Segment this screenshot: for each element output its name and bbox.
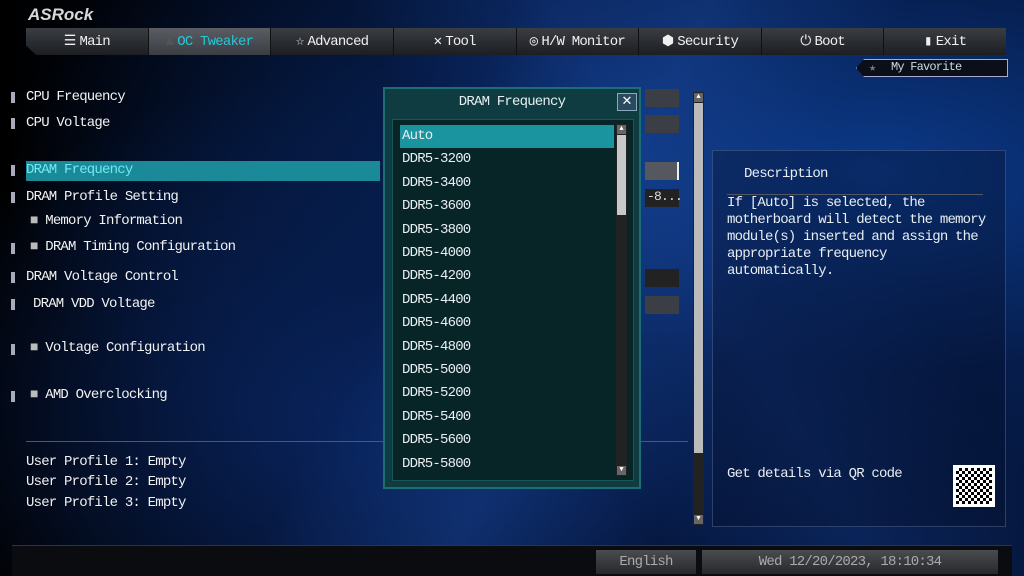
setting-dram-frequency[interactable]: DRAM Frequency xyxy=(26,162,133,178)
monitor-icon: ◎ xyxy=(529,34,538,50)
description-panel: Description If [Auto] is selected, the m… xyxy=(712,150,1006,527)
qr-code xyxy=(953,465,995,507)
description-title: Description xyxy=(744,166,828,182)
folder-icon: ■ xyxy=(30,213,38,229)
bullet xyxy=(11,272,15,283)
option-ddr5-4400[interactable]: DDR5-4400 xyxy=(400,289,614,312)
user-profile-3[interactable]: User Profile 3: Empty xyxy=(26,495,186,511)
bullet xyxy=(11,344,15,355)
option-auto[interactable]: Auto xyxy=(400,125,614,148)
tab-security[interactable]: ⬢ Security xyxy=(639,28,762,55)
user-profile-2[interactable]: User Profile 2: Empty xyxy=(26,474,186,490)
option-ddr5-4600[interactable]: DDR5-4600 xyxy=(400,312,614,335)
status-bar: English Wed 12/20/2023, 18:10:34 xyxy=(12,545,1012,576)
setting-cpu-voltage[interactable]: CPU Voltage xyxy=(26,115,110,131)
scroll-thumb[interactable] xyxy=(617,135,626,215)
scroll-up-icon[interactable]: ▲ xyxy=(694,93,703,102)
folder-icon: ■ xyxy=(30,340,38,356)
dram-profile-value[interactable]: -8... xyxy=(645,189,683,207)
bullet xyxy=(11,299,15,310)
bullet xyxy=(11,118,15,129)
submenu-voltage-configuration[interactable]: ■ Voltage Configuration xyxy=(30,340,206,356)
popup-scrollbar[interactable]: ▲ ▼ xyxy=(616,124,627,476)
list-icon: ☰ xyxy=(63,34,77,50)
tab-exit[interactable]: ▮ Exit xyxy=(884,28,1006,55)
option-ddr5-5600[interactable]: DDR5-5600 xyxy=(400,429,614,452)
tab-tool[interactable]: ✕ Tool xyxy=(394,28,517,55)
star-icon: ☆ xyxy=(295,34,304,50)
folder-icon: ■ xyxy=(30,387,38,403)
dram-vdd-voltage-value[interactable] xyxy=(645,296,679,314)
dram-frequency-value[interactable] xyxy=(645,162,679,180)
door-icon: ▮ xyxy=(924,34,932,50)
bullet xyxy=(11,92,15,103)
dram-frequency-popup: DRAM Frequency ✕ ▲ ▼ Auto DDR5-3200 DDR5-3… xyxy=(383,87,641,489)
qr-label: Get details via QR code xyxy=(727,466,903,482)
star-icon: ★ xyxy=(869,61,876,75)
scroll-thumb[interactable] xyxy=(694,103,703,453)
cpu-frequency-value[interactable] xyxy=(645,89,679,107)
setting-dram-profile[interactable]: DRAM Profile Setting xyxy=(26,189,179,205)
shield-icon: ⬢ xyxy=(661,34,674,50)
tab-hw-monitor[interactable]: ◎ H/W Monitor xyxy=(517,28,640,55)
option-ddr5-5400[interactable]: DDR5-5400 xyxy=(400,406,614,429)
submenu-dram-timing[interactable]: ■ DRAM Timing Configuration xyxy=(30,239,236,255)
tab-main[interactable]: ☰ Main xyxy=(26,28,149,55)
option-ddr5-3800[interactable]: DDR5-3800 xyxy=(400,219,614,242)
setting-dram-vdd-voltage[interactable]: DRAM VDD Voltage xyxy=(33,296,155,312)
power-icon: ⏻ xyxy=(800,33,811,50)
submenu-memory-information[interactable]: ■ Memory Information xyxy=(30,213,183,229)
user-profile-1[interactable]: User Profile 1: Empty xyxy=(26,454,186,470)
option-ddr5-5800[interactable]: DDR5-5800 xyxy=(400,453,614,476)
tab-oc-tweaker[interactable]: ▲ OC Tweaker xyxy=(148,28,272,55)
cpu-voltage-value[interactable] xyxy=(645,115,679,133)
scroll-up-icon[interactable]: ▲ xyxy=(617,125,626,134)
my-favorite-button[interactable]: ★ My Favorite xyxy=(856,59,1008,77)
bullet xyxy=(11,391,15,402)
popup-title: DRAM Frequency xyxy=(458,94,566,110)
main-scrollbar[interactable]: ▲ ▼ xyxy=(693,92,704,525)
option-ddr5-3600[interactable]: DDR5-3600 xyxy=(400,195,614,218)
datetime: Wed 12/20/2023, 18:10:34 xyxy=(702,550,998,574)
bullet xyxy=(11,165,15,176)
option-ddr5-4000[interactable]: DDR5-4000 xyxy=(400,242,614,265)
folder-icon: ■ xyxy=(30,239,38,255)
asrock-logo: ASRock xyxy=(28,5,94,24)
option-ddr5-5200[interactable]: DDR5-5200 xyxy=(400,382,614,405)
dram-voltage-control-value[interactable] xyxy=(645,269,679,287)
setting-cpu-frequency[interactable]: CPU Frequency xyxy=(26,89,126,105)
bullet xyxy=(11,192,15,203)
submenu-amd-overclocking[interactable]: ■ AMD Overclocking xyxy=(30,387,168,403)
option-ddr5-4200[interactable]: DDR5-4200 xyxy=(400,265,614,288)
main-tabs: ☰ Main ▲ OC Tweaker ☆ Advanced ✕ Tool ◎ H/W M… xyxy=(26,28,1006,55)
tab-advanced[interactable]: ☆ Advanced xyxy=(271,28,394,55)
option-ddr5-5000[interactable]: DDR5-5000 xyxy=(400,359,614,382)
setting-dram-voltage-control[interactable]: DRAM Voltage Control xyxy=(26,269,179,285)
description-text: If [Auto] is selected, the motherboard w… xyxy=(727,195,986,279)
option-ddr5-3400[interactable]: DDR5-3400 xyxy=(400,172,614,195)
close-icon[interactable]: ✕ xyxy=(617,93,637,111)
option-ddr5-3200[interactable]: DDR5-3200 xyxy=(400,148,614,171)
rocket-icon: ▲ xyxy=(165,33,174,50)
language-button[interactable]: English xyxy=(596,550,696,574)
tools-icon: ✕ xyxy=(433,34,442,50)
scroll-down-icon[interactable]: ▼ xyxy=(694,515,703,524)
scroll-down-icon[interactable]: ▼ xyxy=(617,466,626,475)
option-list: ▲ ▼ Auto DDR5-3200 DDR5-3400 DDR5-3600 DDR5-… xyxy=(392,119,634,481)
option-ddr5-4800[interactable]: DDR5-4800 xyxy=(400,336,614,359)
tab-boot[interactable]: ⏻ Boot xyxy=(762,28,885,55)
bullet xyxy=(11,243,15,254)
